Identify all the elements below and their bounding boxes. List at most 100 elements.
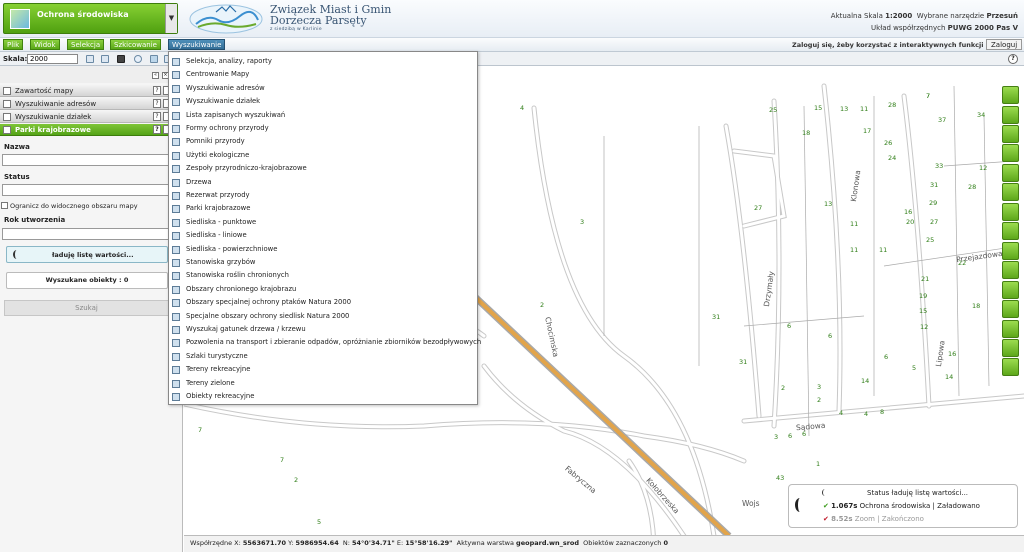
menu-item-tereny-rekreacyjne[interactable]: Tereny rekreacyjne xyxy=(169,363,477,376)
map-point[interactable]: 12 xyxy=(979,164,987,172)
map-tool-button[interactable] xyxy=(1002,164,1019,182)
map-point[interactable]: 28 xyxy=(968,183,976,191)
map-tool-button[interactable] xyxy=(1002,320,1019,338)
map-point[interactable]: 6 xyxy=(884,353,888,361)
map-point[interactable]: 22 xyxy=(958,259,966,267)
map-tool-button[interactable] xyxy=(1002,242,1019,260)
map-point[interactable]: 20 xyxy=(906,218,914,226)
search-button[interactable]: Szukaj xyxy=(4,300,169,316)
map-point[interactable]: 25 xyxy=(769,106,777,114)
menu-item-centrowanie-mapy[interactable]: Centrowanie Mapy xyxy=(169,68,477,81)
map-point[interactable]: 13 xyxy=(824,200,832,208)
help-icon[interactable]: ? xyxy=(153,112,161,121)
map-point[interactable]: 4 xyxy=(864,410,868,418)
map-point[interactable]: 14 xyxy=(945,373,953,381)
map-point[interactable]: 31 xyxy=(930,181,938,189)
menu-item-selekcja-analizy-raporty[interactable]: Selekcja, analizy, raporty xyxy=(169,55,477,68)
map-point[interactable]: 7 xyxy=(280,456,284,464)
map-point[interactable]: 43 xyxy=(776,474,784,482)
map-point[interactable]: 6 xyxy=(788,432,792,440)
menu-item-formy-ochrony-przyrody[interactable]: Formy ochrony przyrody xyxy=(169,122,477,135)
layers-icon[interactable] xyxy=(101,55,109,63)
accordion-wyszukiwanie-dzialek[interactable]: Wyszukiwanie działek ? xyxy=(0,111,183,123)
map-point[interactable]: 16 xyxy=(904,208,912,216)
map-point[interactable]: 2 xyxy=(781,384,785,392)
map-tool-button[interactable] xyxy=(1002,222,1019,240)
info-icon[interactable] xyxy=(134,55,142,63)
menu-item-obiekty-rekreacyjne[interactable]: Obiekty rekreacyjne xyxy=(169,390,477,403)
map-point[interactable]: 25 xyxy=(926,236,934,244)
nazwa-input[interactable] xyxy=(2,154,169,166)
map-point[interactable]: 37 xyxy=(938,116,946,124)
map-point[interactable]: 29 xyxy=(929,199,937,207)
map-point[interactable]: 6 xyxy=(802,430,806,438)
scale-input[interactable] xyxy=(27,54,78,64)
menu-item-siedliska-powierzchniowe[interactable]: Siedliska - powierzchniowe xyxy=(169,243,477,256)
map-point[interactable]: 27 xyxy=(930,218,938,226)
menu-item-obszary-specjalnej-ochrony-ptakow-natura[interactable]: Obszary specjalnej ochrony ptaków Natura… xyxy=(169,296,477,309)
menu-item-uzytki-ekologiczne[interactable]: Użytki ekologiczne xyxy=(169,149,477,162)
menu-item-stanowiska-roslin-chronionych[interactable]: Stanowiska roślin chronionych xyxy=(169,269,477,282)
map-point[interactable]: 7 xyxy=(926,92,930,100)
map-point[interactable]: 6 xyxy=(787,322,791,330)
map-tool-button[interactable] xyxy=(1002,86,1019,104)
menu-szkicowanie[interactable]: Szkicowanie xyxy=(110,39,161,50)
menu-item-siedliska-punktowe[interactable]: Siedliska - punktowe xyxy=(169,216,477,229)
rok-input[interactable] xyxy=(2,228,169,240)
accordion-parki-krajobrazowe[interactable]: Parki krajobrazowe ? xyxy=(0,124,183,136)
map-point[interactable]: 11 xyxy=(850,220,858,228)
map-point[interactable]: 3 xyxy=(580,218,584,226)
map-point[interactable]: 16 xyxy=(948,350,956,358)
map-point[interactable]: 8 xyxy=(880,408,884,416)
accordion-zawartosc-mapy[interactable]: Zawartość mapy ? xyxy=(0,85,183,97)
map-point[interactable]: 15 xyxy=(814,104,822,112)
map-point[interactable]: 2 xyxy=(294,476,298,484)
map-point[interactable]: 5 xyxy=(912,364,916,372)
map-point[interactable]: 28 xyxy=(888,101,896,109)
map-tool-button[interactable] xyxy=(1002,144,1019,162)
map-tool-button[interactable] xyxy=(1002,281,1019,299)
menu-item-rezerwat-przyrody[interactable]: Rezerwat przyrody xyxy=(169,189,477,202)
menu-item-zespoly-przyrodniczo-krajobrazowe[interactable]: Zespoły przyrodniczo-krajobrazowe xyxy=(169,162,477,175)
menu-item-stanowiska-grzybow[interactable]: Stanowiska grzybów xyxy=(169,256,477,269)
map-point[interactable]: 11 xyxy=(850,246,858,254)
menu-item-lista-zapisanych-wyszukiwan[interactable]: Lista zapisanych wyszukiwań xyxy=(169,109,477,122)
menu-item-parki-krajobrazowe[interactable]: Parki krajobrazowe xyxy=(169,202,477,215)
menu-selekcja[interactable]: Selekcja xyxy=(67,39,105,50)
map-tool-button[interactable] xyxy=(1002,125,1019,143)
map-point[interactable]: 3 xyxy=(774,433,778,441)
map-point[interactable]: 34 xyxy=(977,111,985,119)
map-tool-button[interactable] xyxy=(1002,261,1019,279)
map-point[interactable]: 2 xyxy=(540,301,544,309)
map-point[interactable]: 18 xyxy=(972,302,980,310)
map-point[interactable]: 4 xyxy=(520,104,524,112)
map-tool-button[interactable] xyxy=(1002,106,1019,124)
map-point[interactable]: 27 xyxy=(754,204,762,212)
help-icon[interactable]: ? xyxy=(153,99,161,108)
map-point[interactable]: 15 xyxy=(919,307,927,315)
map-point[interactable]: 11 xyxy=(879,246,887,254)
limit-extent-checkbox[interactable] xyxy=(1,202,8,209)
map-point[interactable]: 26 xyxy=(884,139,892,147)
menu-item-pozwolenia-na-transport-i-zbieranie-odpa[interactable]: Pozwolenia na transport i zbieranie odpa… xyxy=(169,336,481,349)
map-point[interactable]: 17 xyxy=(863,127,871,135)
map-tool-button[interactable] xyxy=(1002,339,1019,357)
map-point[interactable]: 14 xyxy=(861,377,869,385)
menu-item-obszary-chronionego-krajobrazu[interactable]: Obszary chronionego krajobrazu xyxy=(169,283,477,296)
camera-icon[interactable] xyxy=(117,55,125,63)
menu-item-siedliska-liniowe[interactable]: Siedliska - liniowe xyxy=(169,229,477,242)
menu-item-wyszukiwanie-adresow[interactable]: Wyszukiwanie adresów xyxy=(169,82,477,95)
theme-selector[interactable]: Ochrona środowiska ▼ xyxy=(3,3,178,34)
map-tool-button[interactable] xyxy=(1002,183,1019,201)
status-input[interactable] xyxy=(2,184,169,196)
help-icon[interactable]: ? xyxy=(153,86,161,95)
collapse-panel-icon[interactable]: « xyxy=(152,72,159,79)
map-tool-button[interactable] xyxy=(1002,300,1019,318)
map-point[interactable]: 18 xyxy=(802,129,810,137)
chevron-down-icon[interactable]: ▼ xyxy=(165,4,177,33)
map-point[interactable]: 4 xyxy=(839,409,843,417)
map-point[interactable]: 6 xyxy=(828,332,832,340)
login-button[interactable]: Zaloguj xyxy=(986,39,1023,50)
menu-item-pomniki-przyrody[interactable]: Pomniki przyrody xyxy=(169,135,477,148)
map-point[interactable]: 21 xyxy=(921,275,929,283)
